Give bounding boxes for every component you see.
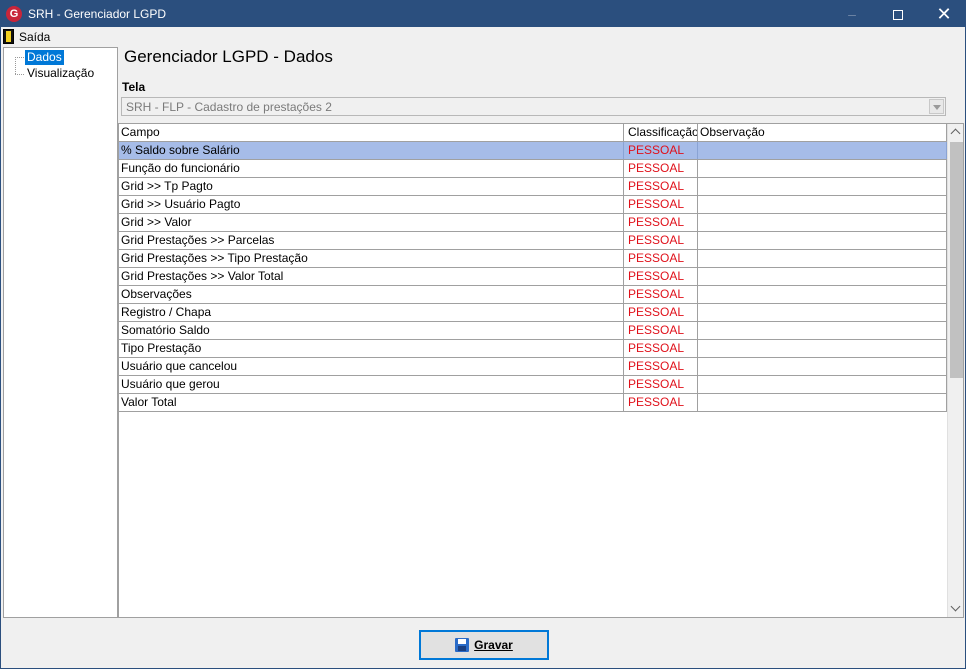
maximize-button[interactable] xyxy=(875,1,921,27)
cell-observacao[interactable] xyxy=(698,142,947,159)
save-button-label: Gravar xyxy=(474,638,513,652)
table-row[interactable]: % Saldo sobre Salário PESSOAL xyxy=(119,142,947,160)
cell-classificacao[interactable]: PESSOAL xyxy=(624,214,698,231)
cell-classificacao[interactable]: PESSOAL xyxy=(624,286,698,303)
column-header-observacao[interactable]: Observação xyxy=(698,124,947,141)
cell-classificacao[interactable]: PESSOAL xyxy=(624,358,698,375)
title-bar[interactable]: G SRH - Gerenciador LGPD – ✕ xyxy=(1,1,965,27)
cell-campo[interactable]: Somatório Saldo xyxy=(119,322,624,339)
table-row[interactable]: Usuário que cancelou PESSOAL xyxy=(119,358,947,376)
cell-classificacao[interactable]: PESSOAL xyxy=(624,268,698,285)
cell-observacao[interactable] xyxy=(698,232,947,249)
table-row[interactable]: Função do funcionário PESSOAL xyxy=(119,160,947,178)
cell-campo[interactable]: Grid Prestações >> Parcelas xyxy=(119,232,624,249)
table-row[interactable]: Usuário que gerou PESSOAL xyxy=(119,376,947,394)
tree-item-dados[interactable]: Dados xyxy=(24,49,65,66)
cell-campo[interactable]: Observações xyxy=(119,286,624,303)
cell-observacao[interactable] xyxy=(698,340,947,357)
navigation-tree: Dados Visualização xyxy=(3,47,118,618)
cell-classificacao[interactable]: PESSOAL xyxy=(624,376,698,393)
menu-item-label: Saída xyxy=(19,29,51,44)
cell-campo[interactable]: Grid >> Usuário Pagto xyxy=(119,196,624,213)
scroll-up-icon[interactable] xyxy=(948,124,963,141)
table-row[interactable]: Grid >> Usuário Pagto PESSOAL xyxy=(119,196,947,214)
cell-observacao[interactable] xyxy=(698,160,947,177)
table-row[interactable]: Tipo Prestação PESSOAL xyxy=(119,340,947,358)
door-exit-icon xyxy=(3,29,14,44)
cell-observacao[interactable] xyxy=(698,322,947,339)
column-header-classificacao[interactable]: Classificação xyxy=(624,124,698,141)
app-window: G SRH - Gerenciador LGPD – ✕ Saída Dados… xyxy=(0,0,966,669)
tree-connector xyxy=(15,74,24,75)
minimize-button[interactable]: – xyxy=(829,1,875,27)
table-row[interactable]: Grid Prestações >> Valor Total PESSOAL xyxy=(119,268,947,286)
window-title: SRH - Gerenciador LGPD xyxy=(28,7,167,21)
chevron-down-icon[interactable] xyxy=(929,99,944,114)
cell-campo[interactable]: Função do funcionário xyxy=(119,160,624,177)
cell-observacao[interactable] xyxy=(698,196,947,213)
cell-classificacao[interactable]: PESSOAL xyxy=(624,196,698,213)
scroll-down-icon[interactable] xyxy=(948,600,963,617)
table-row[interactable]: Grid >> Tp Pagto PESSOAL xyxy=(119,178,947,196)
cell-observacao[interactable] xyxy=(698,358,947,375)
cell-campo[interactable]: Grid Prestações >> Tipo Prestação xyxy=(119,250,624,267)
tree-connector xyxy=(15,57,16,74)
table-row[interactable]: Somatório Saldo PESSOAL xyxy=(119,322,947,340)
cell-observacao[interactable] xyxy=(698,304,947,321)
cell-classificacao[interactable]: PESSOAL xyxy=(624,304,698,321)
cell-observacao[interactable] xyxy=(698,394,947,411)
cell-observacao[interactable] xyxy=(698,376,947,393)
cell-observacao[interactable] xyxy=(698,178,947,195)
cell-campo[interactable]: Grid >> Valor xyxy=(119,214,624,231)
cell-observacao[interactable] xyxy=(698,250,947,267)
cell-classificacao[interactable]: PESSOAL xyxy=(624,178,698,195)
cell-observacao[interactable] xyxy=(698,214,947,231)
cell-campo[interactable]: Tipo Prestação xyxy=(119,340,624,357)
cell-campo[interactable]: Usuário que gerou xyxy=(119,376,624,393)
cell-observacao[interactable] xyxy=(698,286,947,303)
cell-classificacao[interactable]: PESSOAL xyxy=(624,160,698,177)
cell-classificacao[interactable]: PESSOAL xyxy=(624,250,698,267)
table-row[interactable]: Grid Prestações >> Parcelas PESSOAL xyxy=(119,232,947,250)
tree-connector xyxy=(15,57,24,58)
vertical-scrollbar[interactable] xyxy=(947,124,963,617)
tela-label: Tela xyxy=(122,80,146,94)
grid-table: Campo Classificação Observação % Saldo s… xyxy=(119,124,947,412)
table-row[interactable]: Registro / Chapa PESSOAL xyxy=(119,304,947,322)
tela-select[interactable]: SRH - FLP - Cadastro de prestações 2 xyxy=(121,97,946,116)
scrollbar-thumb[interactable] xyxy=(950,142,963,378)
cell-classificacao[interactable]: PESSOAL xyxy=(624,322,698,339)
tela-select-value: SRH - FLP - Cadastro de prestações 2 xyxy=(126,100,332,114)
cell-classificacao[interactable]: PESSOAL xyxy=(624,394,698,411)
lgpd-fields-grid: Campo Classificação Observação % Saldo s… xyxy=(118,123,964,618)
cell-classificacao[interactable]: PESSOAL xyxy=(624,142,698,159)
table-row[interactable]: Observações PESSOAL xyxy=(119,286,947,304)
save-button[interactable]: Gravar xyxy=(419,630,549,660)
tree-item-visualizacao[interactable]: Visualização xyxy=(25,66,96,81)
page-title: Gerenciador LGPD - Dados xyxy=(124,47,333,66)
close-button[interactable]: ✕ xyxy=(921,1,966,27)
menu-item-saida[interactable]: Saída xyxy=(3,28,50,45)
srh-logo-icon: G xyxy=(6,6,22,22)
cell-campo[interactable]: Usuário que cancelou xyxy=(119,358,624,375)
cell-campo[interactable]: % Saldo sobre Salário xyxy=(119,142,624,159)
cell-classificacao[interactable]: PESSOAL xyxy=(624,232,698,249)
cell-classificacao[interactable]: PESSOAL xyxy=(624,340,698,357)
cell-campo[interactable]: Registro / Chapa xyxy=(119,304,624,321)
maximize-icon xyxy=(893,10,903,21)
grid-header: Campo Classificação Observação xyxy=(119,124,947,142)
table-row[interactable]: Valor Total PESSOAL xyxy=(119,394,947,412)
menu-bar: Saída xyxy=(1,27,965,46)
column-header-campo[interactable]: Campo xyxy=(119,124,624,141)
cell-observacao[interactable] xyxy=(698,268,947,285)
floppy-disk-icon xyxy=(455,638,470,652)
cell-campo[interactable]: Valor Total xyxy=(119,394,624,411)
table-row[interactable]: Grid >> Valor PESSOAL xyxy=(119,214,947,232)
table-row[interactable]: Grid Prestações >> Tipo Prestação PESSOAL xyxy=(119,250,947,268)
cell-campo[interactable]: Grid >> Tp Pagto xyxy=(119,178,624,195)
cell-campo[interactable]: Grid Prestações >> Valor Total xyxy=(119,268,624,285)
